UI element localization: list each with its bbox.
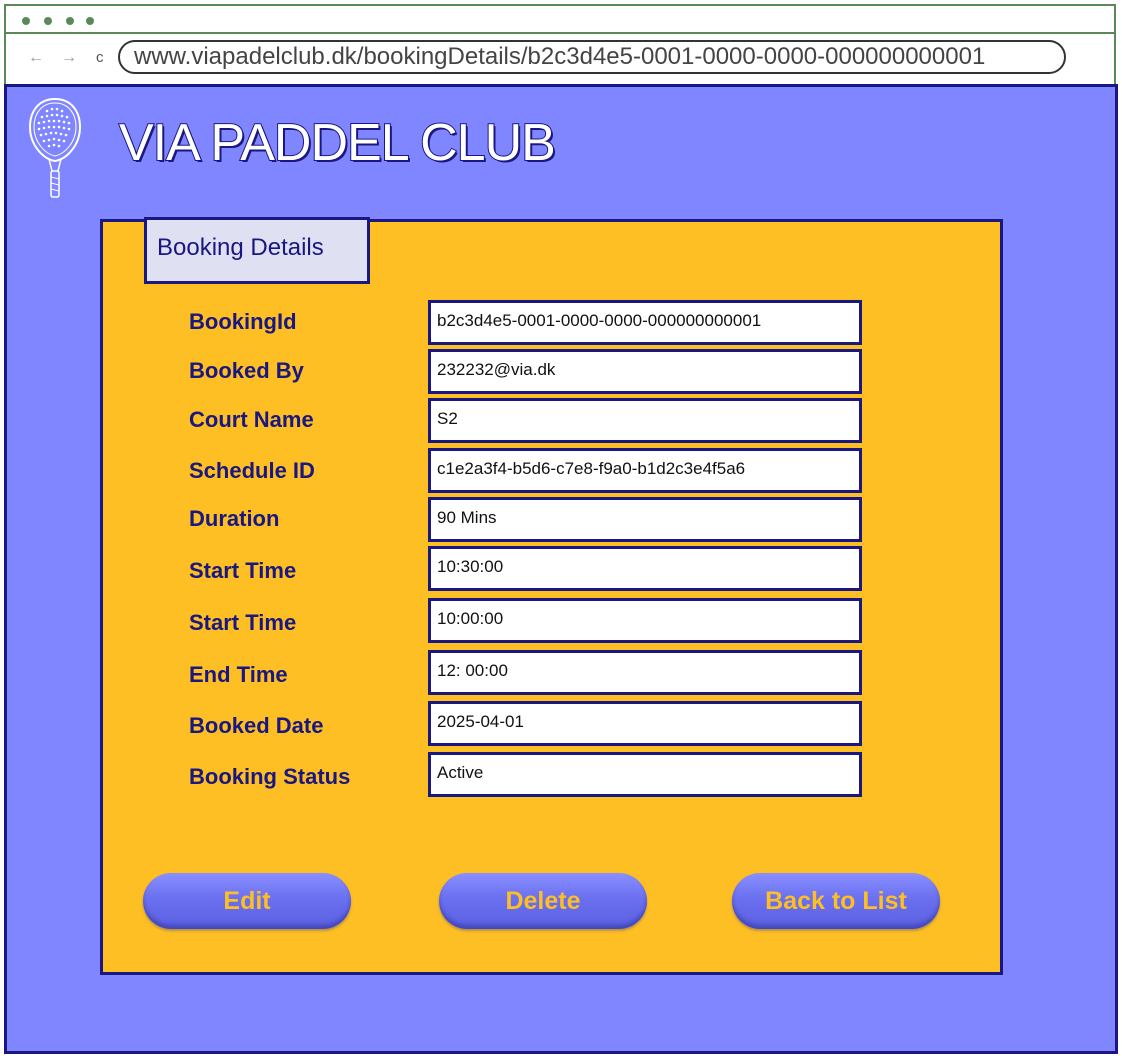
- field-start-time[interactable]: 10:30:00: [428, 546, 862, 591]
- field-court-name[interactable]: S2: [428, 398, 862, 443]
- label-booked-date: Booked Date: [189, 713, 324, 738]
- site-title: VIA PADDEL CLUB: [118, 113, 557, 173]
- back-arrow-icon[interactable]: ←: [28, 49, 44, 67]
- field-end-time[interactable]: 12: 00:00: [428, 650, 862, 695]
- field-booking-id[interactable]: b2c3d4e5-0001-0000-0000-000000000001: [428, 300, 862, 345]
- browser-address-bar: ← → c www.viapadelclub.dk/bookingDetails…: [4, 34, 1116, 84]
- url-input[interactable]: www.viapadelclub.dk/bookingDetails/b2c3d…: [118, 40, 1066, 74]
- field-booked-by[interactable]: 232232@via.dk: [428, 349, 862, 394]
- field-booking-status[interactable]: Active: [428, 752, 862, 797]
- field-duration[interactable]: 90 Mins: [428, 497, 862, 542]
- window-dot-icon: [86, 17, 94, 25]
- label-booking-id: BookingId: [189, 309, 297, 334]
- edit-button[interactable]: Edit: [143, 873, 351, 929]
- browser-title-bar: [4, 4, 1116, 34]
- label-booking-status: Booking Status: [189, 764, 351, 789]
- label-duration: Duration: [189, 506, 280, 531]
- window-dot-icon: [66, 17, 74, 25]
- label-end-time: End Time: [189, 662, 288, 687]
- label-start-time-2: Start Time: [189, 610, 297, 635]
- field-schedule-id[interactable]: c1e2a3f4-b5d6-c7e8-f9a0-b1d2c3e4f5a6: [428, 448, 862, 493]
- booking-details-card: Booking Details BookingId b2c3d4e5-0001-…: [100, 217, 1003, 975]
- delete-button[interactable]: Delete: [439, 873, 647, 929]
- label-schedule-id: Schedule ID: [189, 458, 315, 483]
- label-start-time: Start Time: [189, 558, 297, 583]
- padel-racket-icon: [28, 97, 82, 198]
- forward-arrow-icon[interactable]: →: [61, 49, 77, 67]
- label-court-name: Court Name: [189, 407, 314, 432]
- card-title-tab: Booking Details: [144, 217, 370, 284]
- page-viewport: VIA PADDEL CLUB Booking Details BookingI…: [4, 84, 1118, 1054]
- reload-icon[interactable]: c: [96, 49, 104, 67]
- back-to-list-button[interactable]: Back to List: [732, 873, 940, 929]
- window-dot-icon: [44, 17, 52, 25]
- field-booked-date[interactable]: 2025-04-01: [428, 701, 862, 746]
- field-start-time-2[interactable]: 10:00:00: [428, 598, 862, 643]
- window-dot-icon: [22, 17, 30, 25]
- label-booked-by: Booked By: [189, 358, 304, 383]
